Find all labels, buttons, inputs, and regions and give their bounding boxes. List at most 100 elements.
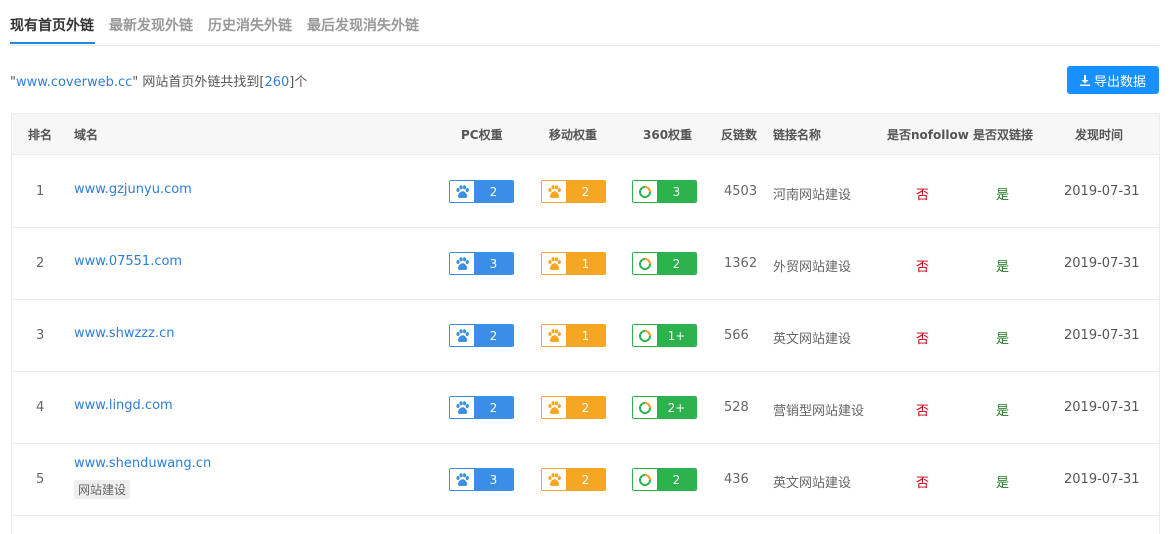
backlink-count: 436 [724,472,749,487]
col-double-link: 是否双链接 [973,128,1034,142]
nofollow-status: 否 [916,476,930,491]
tab-bar: 现有首页外链 最新发现外链 历史消失外链 最后发现消失外链 [10,0,1159,46]
mobile-weight-value: 2 [566,469,605,490]
360-ring-icon [633,253,657,274]
rank-cell: 2 [36,256,45,271]
result-summary: "www.coverweb.cc" 网站首页外链共找到[260]个 [10,75,308,90]
col-nofollow: 是否nofollow [887,128,969,142]
nofollow-status: 否 [916,188,930,203]
domain-link[interactable]: www.gzjunyu.com [74,182,192,197]
table-header: 排名 域名 PC权重 移动权重 360权重 反链数 链接名称 是否nofollo… [12,114,1159,155]
pc-weight-badge[interactable]: 3 [449,252,514,275]
active-tab-indicator [10,42,95,44]
360-ring-icon [633,397,657,418]
domain-link[interactable]: www.lingd.com [74,398,173,413]
nofollow-status: 否 [916,332,930,347]
rank-cell: 5 [36,472,45,487]
360-weight-badge[interactable]: 2 [632,252,697,275]
table-row: 5 www.shenduwang.cn 网站建设 3 2 2 436 英文网站建设 否 是 2019… [12,443,1159,516]
360-ring-icon [633,469,657,490]
double-link-status: 是 [996,188,1010,203]
nofollow-status: 否 [916,404,930,419]
backlink-count: 1362 [724,256,758,271]
mobile-weight-badge[interactable]: 2 [541,468,606,491]
360-weight-value: 2 [657,253,696,274]
backlink-count: 4503 [724,184,758,199]
table-row: 4 www.lingd.com 2 2 2+ 528 营销型网站建设 否 是 2019-07-31 [12,371,1159,444]
pc-weight-value: 2 [474,181,513,202]
360-ring-icon [633,325,657,346]
360-weight-badge[interactable]: 2+ [632,396,697,419]
domain-link[interactable]: www.shwzzz.cn [74,326,174,341]
mobile-weight-value: 1 [566,253,605,274]
360-weight-value: 2 [657,469,696,490]
result-count: 260 [264,75,290,90]
rank-cell: 1 [36,184,45,199]
tab-last-found-lost-links[interactable]: 最后发现消失外链 [307,15,419,35]
rank-cell: 3 [36,328,45,343]
double-link-status: 是 [996,404,1010,419]
mobile-weight-badge[interactable]: 2 [541,396,606,419]
found-date: 2019-07-31 [1064,256,1140,271]
pc-weight-badge[interactable]: 2 [449,396,514,419]
nofollow-status: 否 [916,260,930,275]
tab-current-homepage-links[interactable]: 现有首页外链 [10,15,94,35]
360-ring-icon [633,181,657,202]
backlink-count: 528 [724,400,749,415]
found-date: 2019-07-31 [1064,472,1140,487]
found-date: 2019-07-31 [1064,328,1140,343]
pc-weight-value: 2 [474,397,513,418]
domain-link[interactable]: www.07551.com [74,254,182,269]
export-data-button[interactable]: 导出数据 [1067,66,1159,94]
tab-newly-found-links[interactable]: 最新发现外链 [109,15,193,35]
col-rank: 排名 [28,128,53,142]
baidu-paw-icon [542,469,566,490]
found-date: 2019-07-31 [1064,184,1140,199]
baidu-paw-icon [450,325,474,346]
download-icon [1079,74,1090,86]
baidu-paw-icon [542,397,566,418]
baidu-paw-icon [450,397,474,418]
col-found-date: 发现时间 [1075,128,1124,142]
col-domain: 域名 [74,128,99,142]
table-row: 1 www.gzjunyu.com 2 2 3 4503 河南网站建设 否 是 2019-07-3… [12,155,1159,228]
baidu-paw-icon [450,181,474,202]
mobile-weight-value: 1 [566,325,605,346]
360-weight-badge[interactable]: 1+ [632,324,697,347]
mobile-weight-value: 2 [566,397,605,418]
col-link-name: 链接名称 [773,128,822,142]
baidu-paw-icon [450,469,474,490]
col-mobile-weight: 移动权重 [549,128,598,142]
tab-history-lost-links[interactable]: 历史消失外链 [208,15,292,35]
mobile-weight-value: 2 [566,181,605,202]
col-backlinks: 反链数 [721,128,758,142]
pc-weight-value: 2 [474,325,513,346]
link-name: 英文网站建设 [773,476,852,491]
link-name: 外贸网站建设 [773,260,852,275]
mobile-weight-badge[interactable]: 1 [541,252,606,275]
pc-weight-badge[interactable]: 2 [449,324,514,347]
baidu-paw-icon [450,253,474,274]
table-row: 3 www.shwzzz.cn 2 1 1+ 566 英文网站建设 否 是 2019-07-31 [12,299,1159,372]
link-name: 营销型网站建设 [773,404,865,419]
mobile-weight-badge[interactable]: 1 [541,324,606,347]
360-weight-value: 2+ [657,397,696,418]
link-name: 河南网站建设 [773,188,852,203]
double-link-status: 是 [996,260,1010,275]
360-weight-value: 3 [657,181,696,202]
mobile-weight-badge[interactable]: 2 [541,180,606,203]
360-weight-badge[interactable]: 3 [632,180,697,203]
360-weight-badge[interactable]: 2 [632,468,697,491]
site-link[interactable]: www.coverweb.cc [16,75,132,90]
double-link-status: 是 [996,332,1010,347]
rank-cell: 4 [36,400,45,415]
baidu-paw-icon [542,325,566,346]
pc-weight-badge[interactable]: 2 [449,180,514,203]
pc-weight-badge[interactable]: 3 [449,468,514,491]
col-pc-weight: PC权重 [461,128,503,142]
pc-weight-value: 3 [474,469,513,490]
backlinks-table: 排名 域名 PC权重 移动权重 360权重 反链数 链接名称 是否nofollo… [11,113,1160,534]
table-row: 2 www.07551.com 3 1 2 1362 外贸网站建设 否 是 2019-07-31 [12,227,1159,300]
found-date: 2019-07-31 [1064,400,1140,415]
domain-link[interactable]: www.shenduwang.cn [74,456,211,471]
